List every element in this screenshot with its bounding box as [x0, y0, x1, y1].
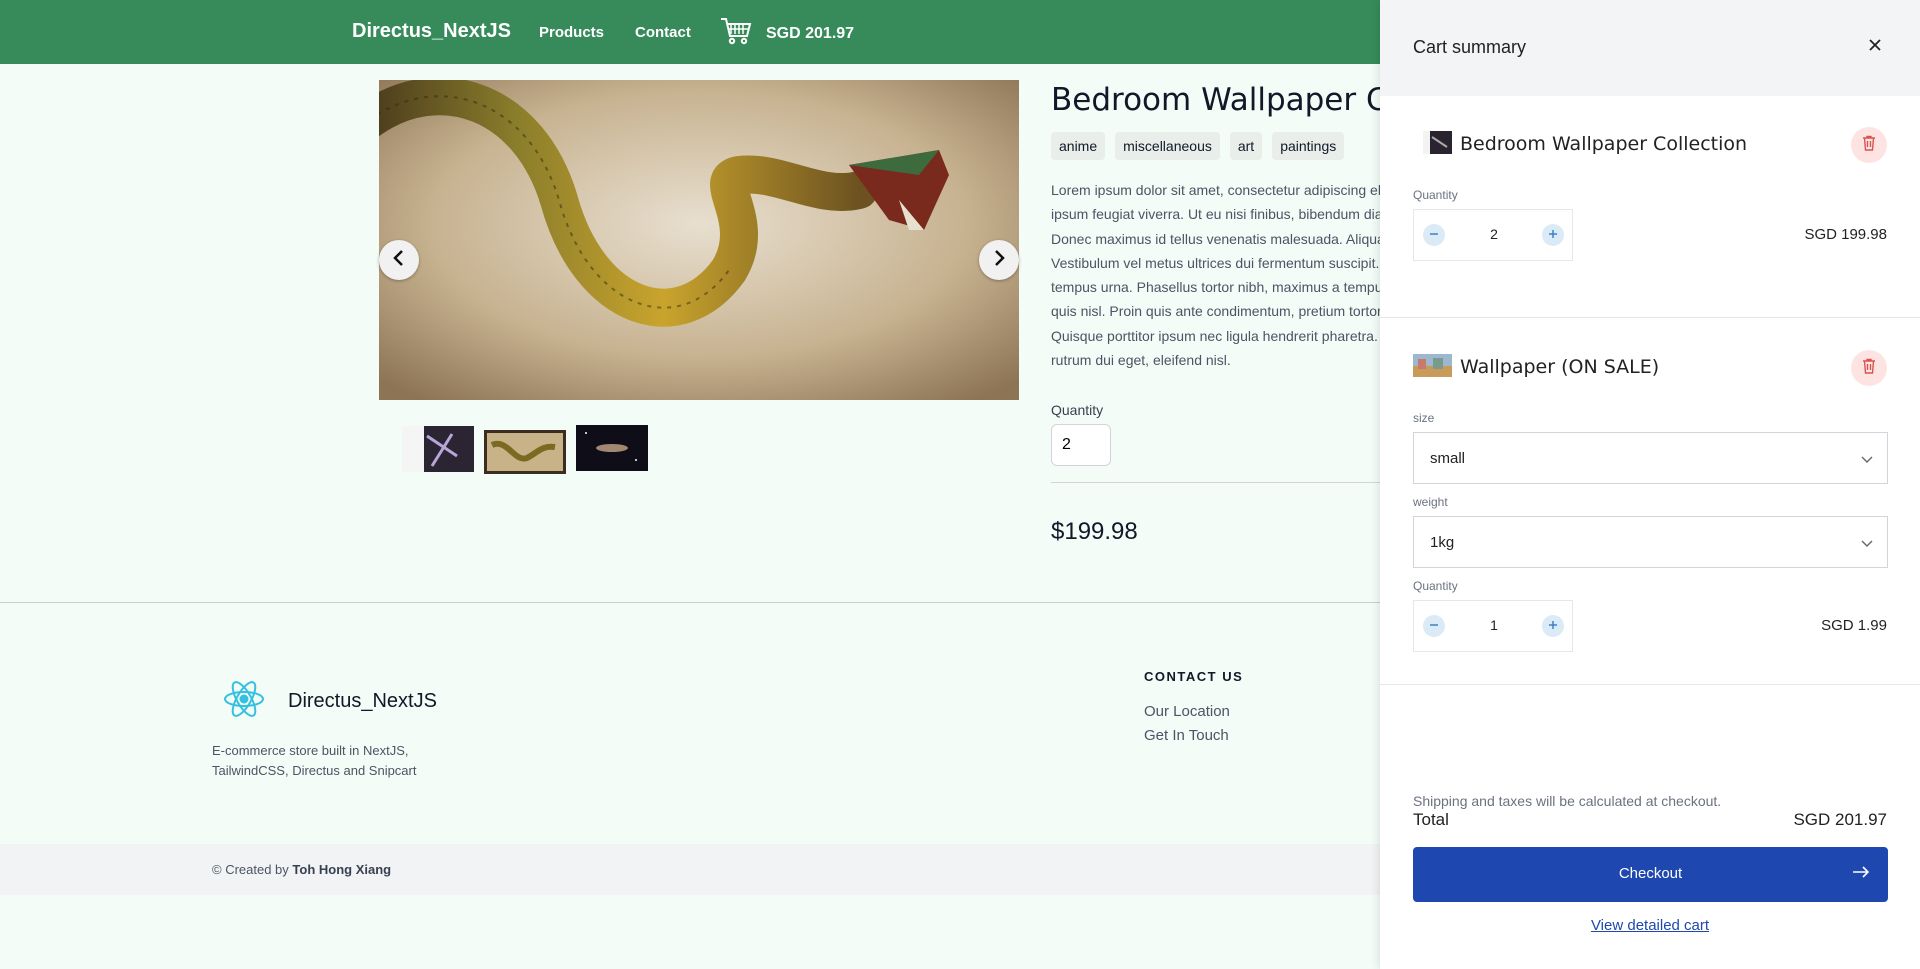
quantity-label: Quantity: [1413, 188, 1458, 202]
chevron-right-icon: [992, 249, 1006, 272]
plus-icon: [1548, 617, 1558, 635]
nav-products[interactable]: Products: [539, 24, 604, 41]
quantity-stepper: 1: [1413, 600, 1573, 652]
product-tags: anime miscellaneous art paintings: [1051, 132, 1345, 160]
close-icon: [1868, 38, 1882, 57]
cart-panel-header: Cart summary: [1380, 0, 1920, 96]
footer-bottom-bar: [0, 844, 1380, 895]
close-cart-button[interactable]: [1863, 35, 1887, 59]
plus-icon: [1548, 226, 1558, 244]
tag-paintings[interactable]: paintings: [1272, 132, 1345, 160]
nav-contact[interactable]: Contact: [635, 24, 691, 41]
size-select[interactable]: small: [1413, 432, 1888, 484]
remove-item-button[interactable]: [1851, 127, 1887, 163]
trash-icon: [1862, 135, 1876, 156]
total-label: Total: [1413, 810, 1449, 829]
view-detailed-cart-link[interactable]: View detailed cart: [1380, 917, 1920, 934]
footer-divider: [0, 602, 1380, 603]
cart-panel-title: Cart summary: [1413, 37, 1527, 57]
tag-anime[interactable]: anime: [1051, 132, 1106, 160]
credit-prefix: © Created by: [212, 862, 289, 877]
trash-icon: [1862, 358, 1876, 379]
brand-logo-text[interactable]: Directus_NextJS: [352, 20, 511, 43]
weight-select[interactable]: 1kg: [1413, 516, 1888, 568]
product-description: Lorem ipsum dolor sit amet, consectetur …: [1051, 182, 1381, 369]
thumbnail-galaxy[interactable]: [576, 425, 648, 471]
credit-name: Toh Hong Xiang: [292, 862, 392, 877]
quantity-label: Quantity: [1413, 579, 1458, 593]
cart-item-price: SGD 199.98: [1804, 226, 1887, 243]
gallery-prev-button[interactable]: [379, 240, 419, 280]
item-divider: [1380, 317, 1920, 318]
weight-value: 1kg: [1430, 534, 1455, 551]
checkout-label: Checkout: [1618, 865, 1683, 882]
arrow-right-icon: [1852, 865, 1870, 884]
total-value: SGD 201.97: [1793, 810, 1887, 829]
footer-description: E-commerce store built in NextJS, Tailwi…: [212, 743, 417, 778]
cart-item-thumbnail: [1413, 354, 1452, 377]
weight-label: weight: [1413, 495, 1448, 509]
footer-brand: Directus_NextJS: [288, 690, 437, 712]
increment-button[interactable]: [1542, 615, 1564, 637]
remove-item-button[interactable]: [1851, 350, 1887, 386]
product-main-image: [379, 80, 1019, 400]
product-price: $199.98: [1051, 518, 1138, 545]
tag-art[interactable]: art: [1229, 132, 1263, 160]
thumbnail-archer[interactable]: [402, 426, 474, 472]
cart-item-price: SGD 1.99: [1821, 617, 1887, 634]
cart-total: SGD 201.97: [766, 24, 855, 42]
tag-miscellaneous[interactable]: miscellaneous: [1115, 132, 1220, 160]
increment-button[interactable]: [1542, 224, 1564, 246]
link-get-in-touch[interactable]: Get In Touch: [1144, 727, 1229, 744]
item-divider: [1380, 684, 1920, 685]
size-value: small: [1430, 450, 1466, 467]
gallery-next-button[interactable]: [979, 240, 1019, 280]
chevron-down-icon: [1861, 535, 1873, 553]
cart-item-name: Bedroom Wallpaper Collection: [1460, 133, 1748, 155]
chevron-left-icon: [392, 249, 406, 272]
react-logo-icon: [222, 679, 266, 724]
cart-button[interactable]: SGD 201.97: [720, 16, 854, 51]
size-label: size: [1413, 411, 1435, 425]
contact-heading: CONTACT US: [1144, 669, 1244, 684]
divider: [1051, 482, 1381, 483]
cart-summary-panel: Cart summary Bedroom Wallpaper Collectio…: [1380, 0, 1920, 969]
product-title: Bedroom Wallpaper Coll: [1051, 82, 1424, 118]
thumbnail-snake[interactable]: [484, 430, 566, 474]
footer-credit: © Created by Toh Hong Xiang: [212, 862, 391, 877]
checkout-button[interactable]: Checkout: [1413, 847, 1888, 902]
quantity-stepper: 2: [1413, 209, 1573, 261]
cart-item-thumbnail: [1423, 131, 1452, 154]
chevron-down-icon: [1861, 451, 1873, 469]
quantity-label: Quantity: [1051, 402, 1104, 418]
shopping-cart-icon: [720, 16, 752, 51]
cart-item-name: Wallpaper (ON SALE): [1460, 356, 1660, 378]
quantity-input[interactable]: [1051, 424, 1111, 466]
shipping-note: Shipping and taxes will be calculated at…: [1413, 793, 1722, 809]
link-our-location[interactable]: Our Location: [1144, 703, 1230, 720]
